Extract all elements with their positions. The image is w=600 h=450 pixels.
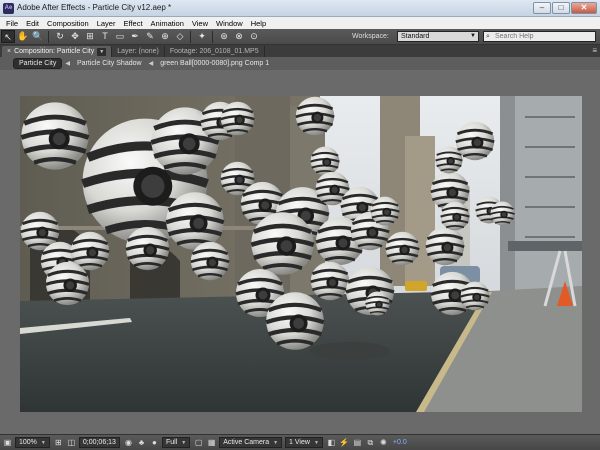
crumb-particle-city-shadow[interactable]: Particle City Shadow (73, 60, 146, 67)
grid-guides-icon[interactable]: ⊞ (53, 437, 64, 448)
camera-view-value: Active Camera (223, 439, 270, 446)
view-layout-dropdown[interactable]: 1 View ▼ (285, 437, 323, 448)
brush-tool-icon[interactable]: ✎ (143, 30, 157, 43)
workspace-label: Workspace: (352, 33, 389, 40)
tools-panel: ↖ ✋ 🔍 ↻ ✥ ⊞ T ▭ ✒ ✎ ⊕ ◇ ✦ ⊛ ⊗ ⊙ Workspac… (0, 29, 600, 45)
exposure-icon[interactable]: ✺ (378, 437, 389, 448)
pan-behind-tool-icon[interactable]: ⊞ (83, 30, 97, 43)
crumb-separator-icon: ◀ (65, 61, 70, 67)
menu-edit[interactable]: Edit (22, 19, 43, 28)
zoom-tool-icon[interactable]: 🔍 (31, 30, 45, 43)
search-help-field[interactable]: ⌕ (483, 31, 596, 42)
menu-window[interactable]: Window (212, 19, 247, 28)
view-layout-value: 1 View (289, 439, 310, 446)
minimize-button[interactable]: – (533, 2, 551, 14)
menu-composition[interactable]: Composition (43, 19, 93, 28)
axis-local-icon[interactable]: ⊛ (217, 30, 231, 43)
crumb-particle-city[interactable]: Particle City (13, 58, 63, 69)
workspace-dropdown[interactable]: Standard ▼ (397, 31, 479, 42)
show-snapshot-icon[interactable]: ♣ (136, 437, 147, 448)
camera-orbit-tool-icon[interactable]: ✥ (68, 30, 82, 43)
close-tab-icon[interactable]: × (7, 48, 11, 55)
puppet-pin-tool-icon[interactable]: ✦ (195, 30, 209, 43)
exposure-value[interactable]: +0.0 (393, 439, 407, 446)
toolbar-divider (212, 30, 213, 43)
chevron-down-icon: ▼ (273, 440, 279, 446)
menu-bar: File Edit Composition Layer Effect Anima… (0, 17, 600, 29)
chevron-down-icon: ▼ (40, 440, 46, 446)
viewer-controls: ▣ 100% ▼ ⊞ ◫ 0;00;06;13 ◉ ♣ ● Full ▼ ▢ ▦ A… (0, 434, 600, 450)
magnification-dropdown[interactable]: 100% ▼ (15, 437, 50, 448)
tab-composition[interactable]: × Composition: Particle City ▼ (2, 46, 113, 57)
maximize-button[interactable]: □ (552, 2, 570, 14)
tab-footage[interactable]: Footage: 206_0108_01.MP5 (165, 46, 265, 57)
text-tool-icon[interactable]: T (98, 30, 112, 43)
resolution-value: Full (165, 439, 178, 446)
chevron-down-icon[interactable]: ▼ (97, 48, 107, 56)
channel-color-icon[interactable]: ● (149, 437, 160, 448)
title-bar: Ae Adobe After Effects - Particle City v… (0, 0, 600, 17)
tab-composition-label: Composition: Particle City (14, 48, 95, 55)
search-icon: ⌕ (486, 33, 490, 40)
menu-file[interactable]: File (2, 19, 22, 28)
menu-view[interactable]: View (188, 19, 212, 28)
transparency-grid-icon[interactable]: ▦ (206, 437, 217, 448)
toggle-pixel-aspect-icon[interactable]: ◧ (326, 437, 337, 448)
tab-layer[interactable]: Layer: (none) (112, 46, 165, 57)
composition-frame[interactable] (20, 96, 582, 412)
search-help-input[interactable] (495, 32, 593, 41)
tab-layer-label: Layer: (none) (117, 48, 159, 55)
composition-viewer[interactable] (0, 70, 600, 434)
camera-view-dropdown[interactable]: Active Camera ▼ (219, 437, 283, 448)
fast-previews-icon[interactable]: ⚡ (339, 437, 350, 448)
pen-tool-icon[interactable]: ✒ (128, 30, 142, 43)
close-button[interactable]: ✕ (571, 2, 597, 14)
tab-footage-label: Footage: 206_0108_01.MP5 (169, 48, 259, 55)
chevron-down-icon: ▼ (313, 440, 319, 446)
crumb-separator-icon: ◀ (148, 61, 154, 67)
menu-effect[interactable]: Effect (119, 19, 146, 28)
magnification-value: 100% (19, 439, 37, 446)
selection-tool-icon[interactable]: ↖ (1, 30, 15, 43)
window-controls: – □ ✕ (533, 2, 597, 14)
workspace-value: Standard (401, 33, 430, 40)
axis-view-icon[interactable]: ⊙ (247, 30, 261, 43)
after-effects-app-icon: Ae (3, 3, 14, 14)
region-of-interest-icon[interactable]: ▢ (193, 437, 204, 448)
mask-visibility-icon[interactable]: ◫ (66, 437, 77, 448)
clone-stamp-tool-icon[interactable]: ⊕ (158, 30, 172, 43)
timeline-icon[interactable]: ▤ (352, 437, 363, 448)
crumb-green-ball-comp[interactable]: green Ball[0000-0080].png Comp 1 (156, 60, 273, 67)
viewer-tab-bar: × Composition: Particle City ▼ Layer: (non… (0, 45, 600, 57)
resolution-dropdown[interactable]: Full ▼ (161, 437, 191, 448)
window-title: Adobe After Effects - Particle City v12.… (17, 3, 172, 12)
composition-breadcrumb: Particle City ◀ Particle City Shadow ◀ g… (0, 57, 600, 70)
toolbar-divider (190, 30, 191, 43)
hand-tool-icon[interactable]: ✋ (16, 30, 30, 43)
always-preview-icon[interactable]: ▣ (2, 437, 13, 448)
menu-animation[interactable]: Animation (147, 19, 188, 28)
panel-menu-icon[interactable]: ≡ (592, 46, 597, 55)
menu-help[interactable]: Help (247, 19, 270, 28)
axis-world-icon[interactable]: ⊗ (232, 30, 246, 43)
eraser-tool-icon[interactable]: ◇ (173, 30, 187, 43)
menu-layer[interactable]: Layer (93, 19, 120, 28)
chevron-down-icon: ▼ (470, 33, 476, 39)
render-preview-image (20, 96, 582, 412)
flowchart-icon[interactable]: ⧉ (365, 437, 376, 448)
rotation-tool-icon[interactable]: ↻ (53, 30, 67, 43)
current-time-field[interactable]: 0;00;06;13 (78, 437, 120, 448)
mask-tool-icon[interactable]: ▭ (113, 30, 127, 43)
snapshot-camera-icon[interactable]: ◉ (123, 437, 134, 448)
chevron-down-icon: ▼ (181, 440, 187, 446)
toolbar-divider (48, 30, 49, 43)
